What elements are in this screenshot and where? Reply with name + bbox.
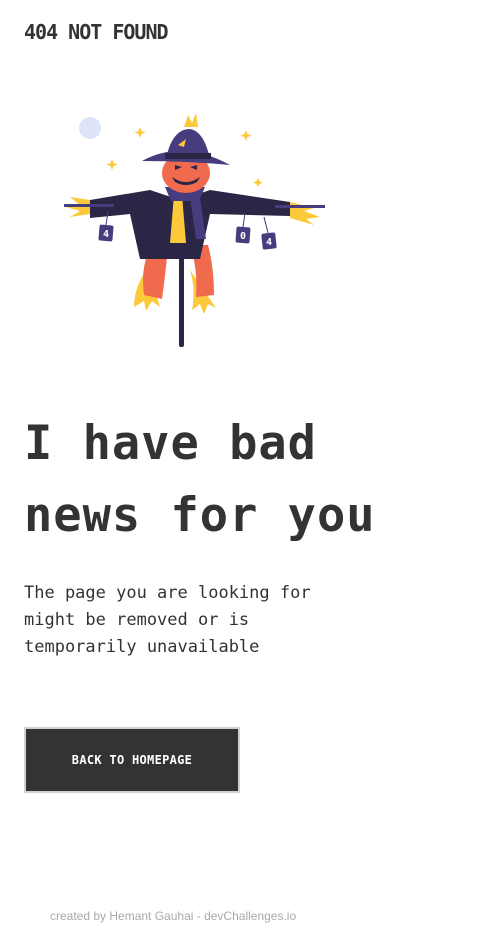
tag-right-1: 0 [240,231,246,242]
subtext-line-1: The page you are looking for [24,583,311,603]
headline: I have bad news for you [24,408,484,552]
subtext-line-3: temporarily unavailable [24,637,260,657]
tag-right-2: 4 [266,237,272,248]
subtext-line-2: might be removed or is [24,610,250,630]
scarecrow-illustration: 4 0 4 [64,113,325,347]
headline-line-2: news for you [24,488,376,543]
subtext: The page you are looking for might be re… [24,580,344,661]
headline-line-1: I have bad [24,416,317,471]
tag-left: 4 [103,229,109,240]
brand-logo[interactable]: 404 NOT FOUND [24,20,169,44]
footer-credit: created by Hemant Gauhai - devChallenges… [50,909,297,923]
moon-icon [79,117,101,139]
back-to-homepage-button[interactable]: BACK TO HOMEPAGE [24,727,240,793]
